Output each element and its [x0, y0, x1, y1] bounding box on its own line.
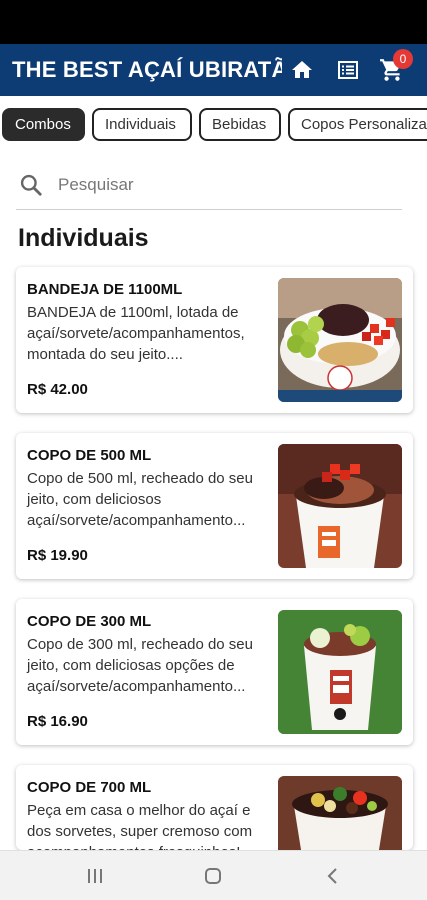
search-bar[interactable]: Pesquisar	[16, 160, 402, 210]
product-name: BANDEJA DE 1100ML	[27, 281, 183, 298]
cart-count-badge: 0	[393, 49, 413, 69]
product-image-cup-700	[278, 776, 402, 850]
tab-bebidas[interactable]: Bebidas	[199, 108, 281, 141]
product-price: R$ 19.90	[27, 547, 88, 564]
section-title: Individuais	[18, 224, 149, 252]
product-card[interactable]: COPO DE 500 ML Copo de 500 ml, recheado …	[16, 433, 413, 579]
menu-list-icon[interactable]	[334, 57, 362, 83]
product-image-tray-bowl	[278, 278, 402, 402]
product-price: R$ 16.90	[27, 713, 88, 730]
product-description: Peça em casa o melhor do açaí e dos sorv…	[27, 802, 253, 850]
product-description: BANDEJA de 1100ml, lotada de açaí/sorvet…	[27, 304, 245, 363]
product-name: COPO DE 500 ML	[27, 447, 152, 464]
product-price: R$ 42.00	[27, 381, 88, 398]
search-input[interactable]: Pesquisar	[58, 175, 134, 195]
product-name: COPO DE 300 ML	[27, 613, 152, 630]
product-description: Copo de 300 ml, recheado do seu jeito, c…	[27, 636, 253, 695]
product-image-cup-500	[278, 444, 402, 568]
app-bar: THE BEST AÇAÍ UBIRATÃ	[0, 44, 427, 96]
product-description: Copo de 500 ml, recheado do seu jeito, c…	[27, 470, 253, 529]
back-icon[interactable]	[320, 863, 346, 889]
status-bar	[0, 0, 427, 44]
product-card[interactable]: BANDEJA DE 1100ML BANDEJA de 1100ml, lot…	[16, 267, 413, 413]
search-icon	[20, 174, 42, 196]
home-icon[interactable]	[288, 57, 316, 83]
product-card[interactable]: COPO DE 300 ML Copo de 300 ml, recheado …	[16, 599, 413, 745]
product-name: COPO DE 700 ML	[27, 779, 152, 796]
tab-combos[interactable]: Combos	[2, 108, 85, 141]
product-image-cup-300	[278, 610, 402, 734]
system-nav-bar	[0, 850, 427, 900]
product-card[interactable]: COPO DE 700 ML Peça em casa o melhor do …	[16, 765, 413, 850]
app-title: THE BEST AÇAÍ UBIRATÃ	[12, 57, 282, 82]
tab-copos-personalizados[interactable]: Copos Personalizados	[288, 108, 427, 141]
tab-individuais[interactable]: Individuais	[92, 108, 192, 141]
recent-apps-icon[interactable]	[82, 863, 108, 889]
home-nav-icon[interactable]	[200, 863, 226, 889]
category-tabs: Combos Individuais Bebidas Copos Persona…	[0, 108, 427, 142]
